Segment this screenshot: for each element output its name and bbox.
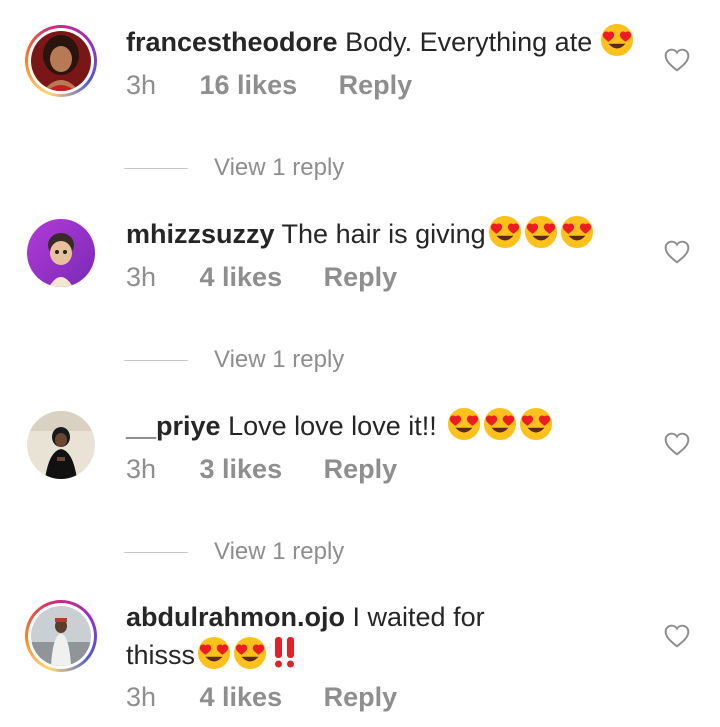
reply-button[interactable]: Reply [324, 454, 398, 485]
view-replies-button[interactable]: View 1 reply [124, 537, 344, 567]
view-replies-label: View 1 reply [214, 346, 345, 373]
comment-username[interactable]: francestheodore [126, 27, 338, 57]
heart-eyes-emoji-icon [447, 407, 480, 441]
heart-eyes-emoji-icon [524, 215, 557, 249]
reply-button[interactable]: Reply [339, 70, 413, 101]
double-exclamation-icon [275, 637, 295, 668]
avatar-story-ring[interactable] [25, 25, 97, 97]
comment-text: The hair is giving [281, 219, 486, 249]
comment-timestamp: 3h [126, 454, 157, 484]
comment-likes-count[interactable]: 3 likes [200, 454, 283, 485]
heart-eyes-emoji-icon [560, 215, 593, 249]
view-replies-label: View 1 reply [214, 154, 345, 181]
like-heart-icon[interactable] [664, 432, 690, 456]
heart-eyes-emoji-icon [601, 23, 634, 57]
view-replies-label: View 1 reply [214, 538, 345, 565]
avatar [31, 606, 91, 666]
comment-username[interactable]: abdulrahmon.ojo [126, 602, 345, 632]
comment-username[interactable]: __priye [126, 411, 221, 441]
like-heart-icon[interactable] [664, 48, 690, 72]
view-replies-button[interactable]: View 1 reply [124, 345, 344, 375]
avatar [31, 31, 91, 91]
comment-text: Body. Everything ate [345, 27, 593, 57]
reply-button[interactable]: Reply [324, 682, 398, 713]
reply-button[interactable]: Reply [324, 262, 398, 293]
like-heart-icon[interactable] [664, 240, 690, 264]
heart-eyes-emoji-icon [233, 636, 267, 670]
avatar[interactable] [25, 217, 97, 289]
comment-likes-count[interactable]: 4 likes [200, 682, 283, 713]
divider-line [124, 359, 188, 361]
heart-eyes-emoji-icon [483, 407, 516, 441]
comment-likes-count[interactable]: 16 likes [200, 70, 298, 101]
divider-line [124, 167, 188, 169]
heart-eyes-emoji-icon [488, 215, 521, 249]
divider-line [124, 551, 188, 553]
comment-timestamp: 3h [126, 262, 157, 292]
comment-text: Love love love it!! [228, 411, 437, 441]
view-replies-button[interactable]: View 1 reply [124, 153, 344, 183]
comment-timestamp: 3h [126, 682, 157, 712]
avatar[interactable] [25, 409, 97, 481]
like-heart-icon[interactable] [664, 624, 690, 648]
comment-likes-count[interactable]: 4 likes [200, 262, 283, 293]
avatar-story-ring[interactable] [25, 600, 97, 672]
heart-eyes-emoji-icon [197, 636, 231, 670]
comment-timestamp: 3h [126, 70, 157, 100]
heart-eyes-emoji-icon [519, 407, 552, 441]
comment-username[interactable]: mhizzsuzzy [126, 219, 275, 249]
